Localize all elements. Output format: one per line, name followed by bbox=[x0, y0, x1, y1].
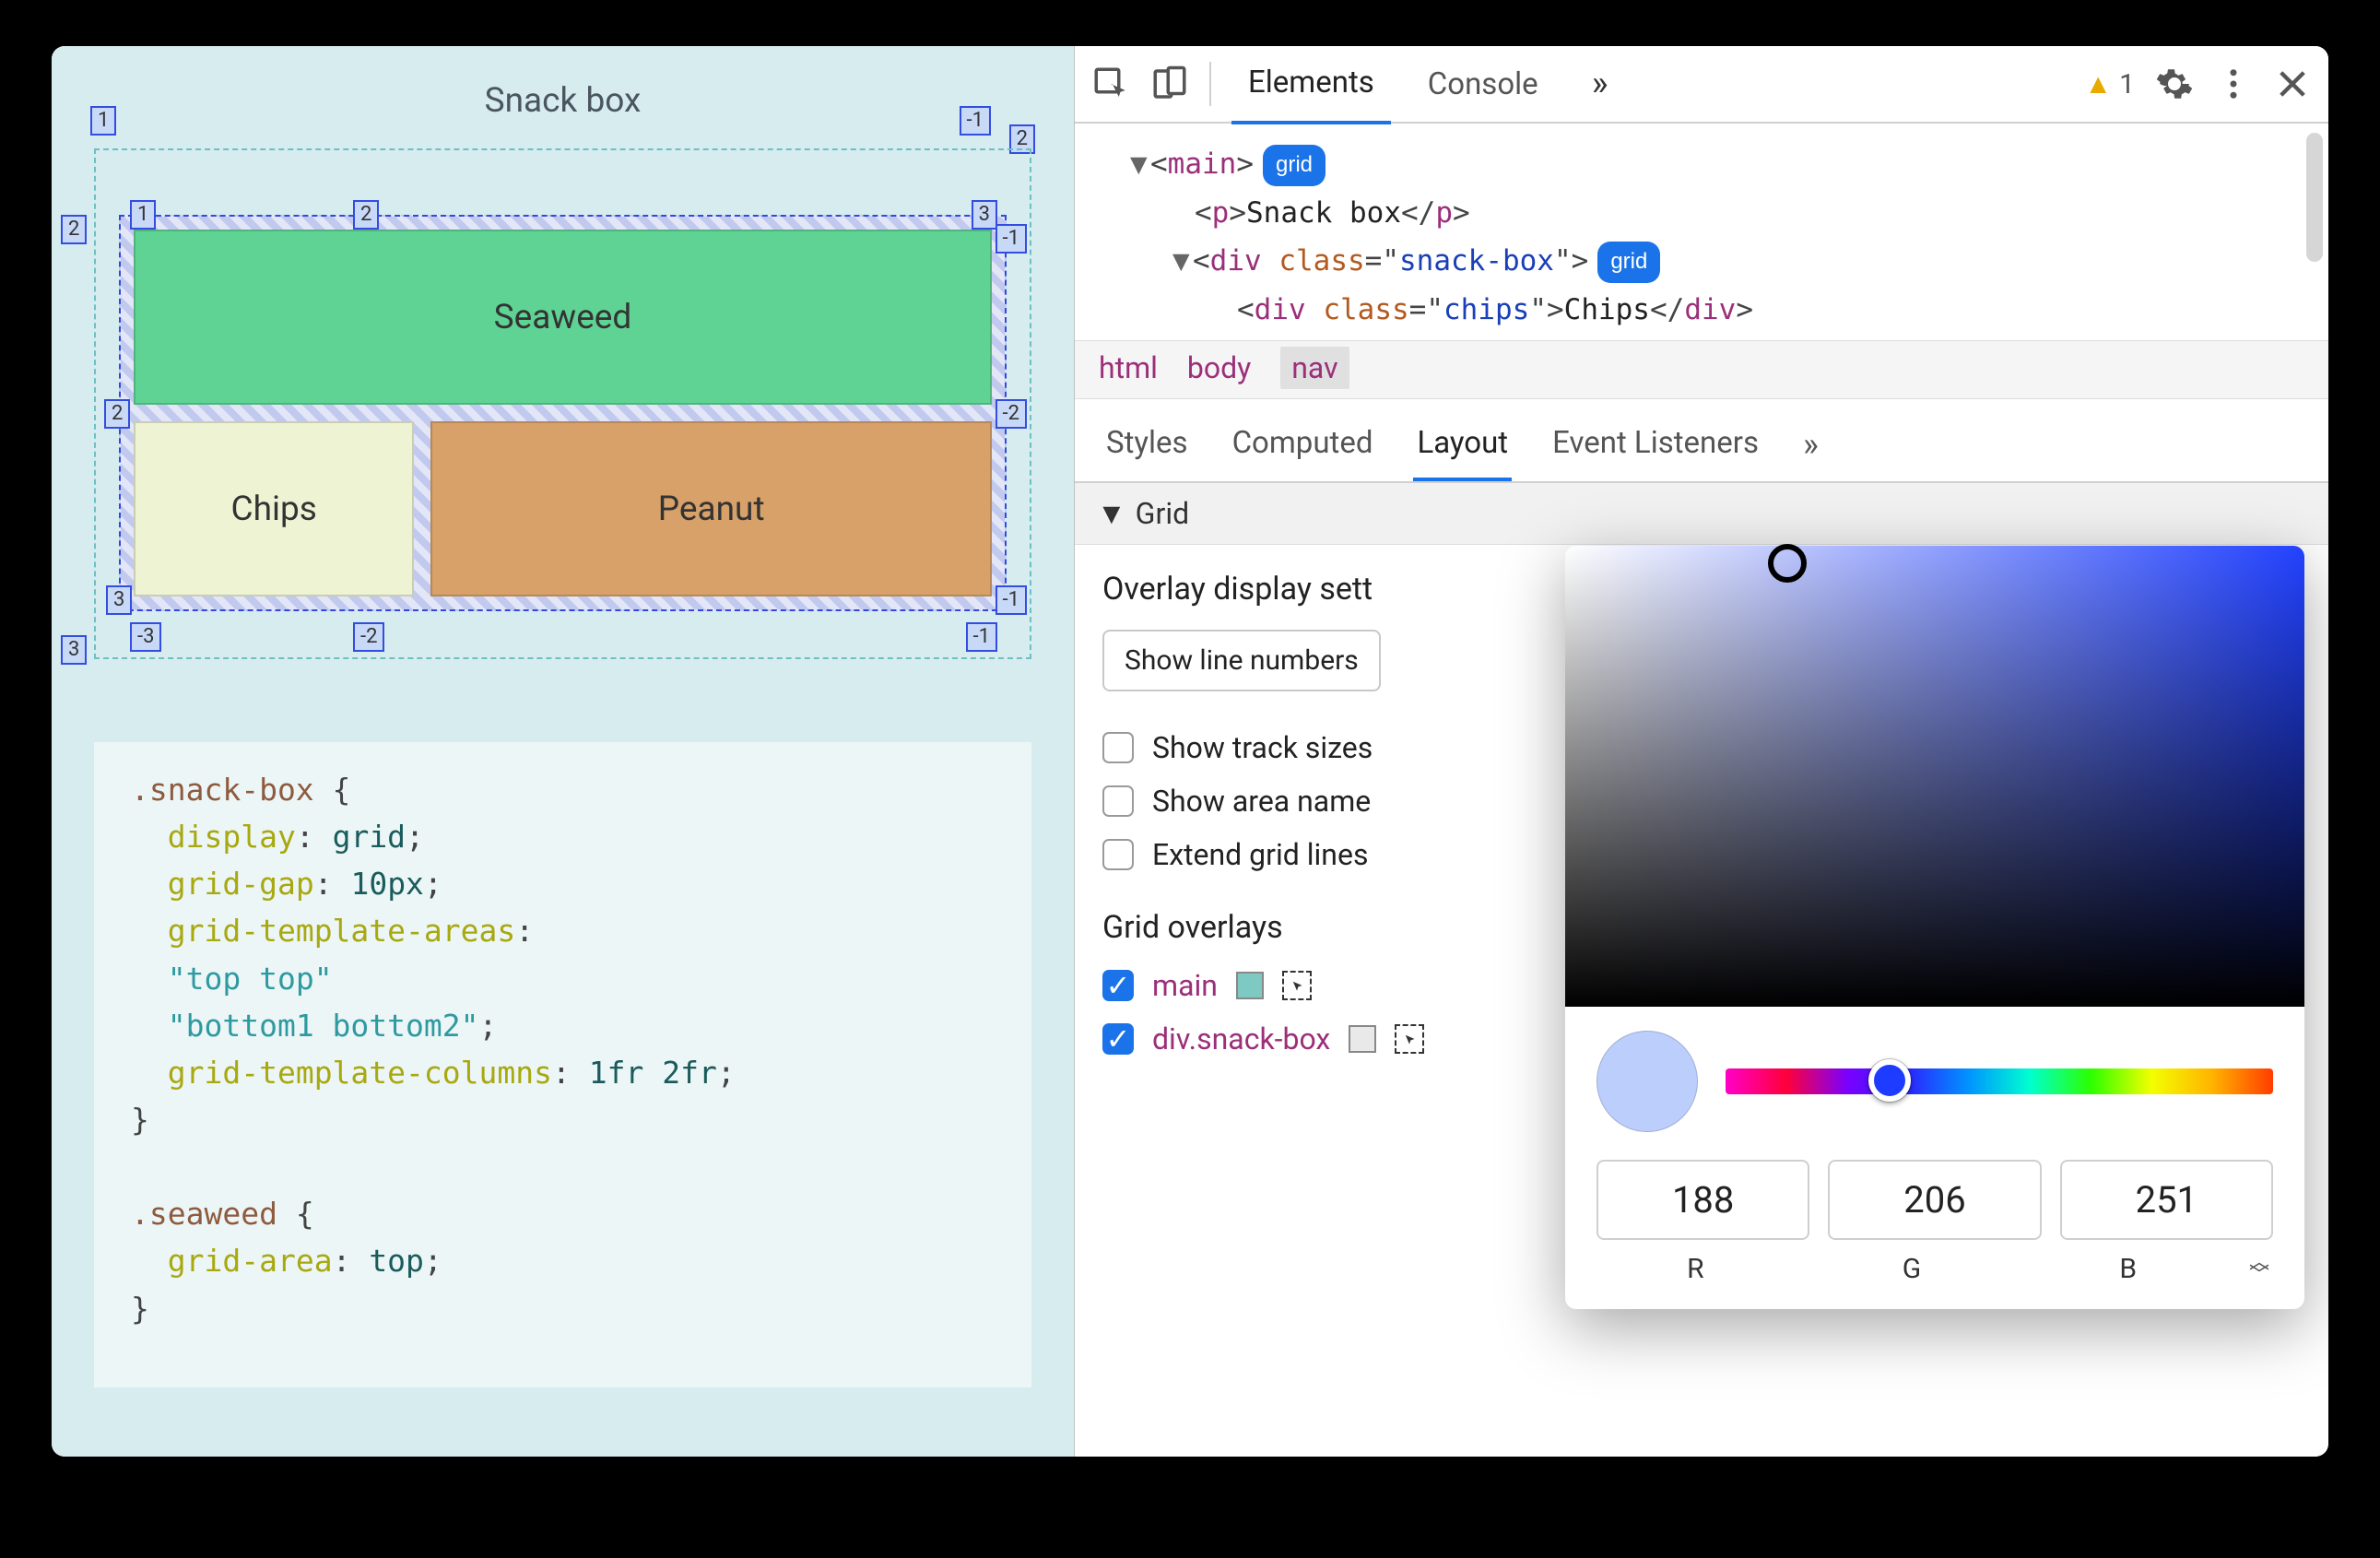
line-numbers-select[interactable]: Show line numbers bbox=[1102, 630, 1381, 691]
overlay-label[interactable]: main bbox=[1152, 968, 1218, 1003]
more-subtabs-icon[interactable]: » bbox=[1799, 416, 1822, 481]
input-g[interactable]: 206 bbox=[1828, 1160, 2041, 1240]
overlay-label[interactable]: div.snack-box bbox=[1152, 1021, 1330, 1056]
inspect-icon[interactable] bbox=[1091, 65, 1130, 103]
grid-badge[interactable]: grid bbox=[1597, 242, 1660, 283]
grid-line-label: 1 bbox=[130, 200, 156, 230]
checkbox-overlay-main[interactable]: ✓ bbox=[1102, 970, 1134, 1001]
page-title: Snack box bbox=[94, 81, 1031, 121]
gear-icon[interactable] bbox=[2155, 65, 2194, 103]
devtools-panel: Elements Console » ▲ 1 ▼<main>grid <p>Sn… bbox=[1075, 46, 2328, 1457]
more-tabs-icon[interactable]: » bbox=[1575, 46, 1625, 124]
grid-item-seaweed: Seaweed bbox=[134, 230, 992, 405]
tab-computed[interactable]: Computed bbox=[1229, 416, 1377, 481]
grid-line-label: -3 bbox=[130, 622, 161, 652]
overlay-color-swatch[interactable] bbox=[1349, 1025, 1376, 1053]
checkbox-overlay-snackbox[interactable]: ✓ bbox=[1102, 1023, 1134, 1055]
grid-section-header[interactable]: ▼ Grid bbox=[1075, 483, 2328, 545]
grid-item-peanut: Peanut bbox=[430, 421, 992, 596]
dom-tree[interactable]: ▼<main>grid <p>Snack box</p> ▼<div class… bbox=[1075, 124, 2328, 340]
scrollbar[interactable] bbox=[2306, 133, 2323, 262]
color-picker: 188 206 251 R G B ︿﹀ bbox=[1565, 546, 2304, 1309]
snack-box-overlay: 1 2 3 2 -2 -1 3 -3 -2 -1 -1 Seaweed Chip… bbox=[119, 215, 1007, 611]
warnings-badge[interactable]: ▲ 1 bbox=[2084, 68, 2135, 100]
grid-line-label: -1 bbox=[960, 106, 991, 136]
grid-line-label: -2 bbox=[996, 399, 1027, 429]
grid-line-label: 2 bbox=[353, 200, 379, 230]
grid-line-label: 3 bbox=[61, 635, 87, 665]
grid-line-label: 3 bbox=[972, 200, 997, 230]
color-spectrum[interactable] bbox=[1565, 546, 2304, 1007]
tab-layout[interactable]: Layout bbox=[1413, 416, 1512, 481]
hue-slider[interactable] bbox=[1726, 1068, 2273, 1094]
kebab-icon[interactable] bbox=[2214, 65, 2253, 103]
code-snippet: .snack-box { display: grid; grid-gap: 10… bbox=[94, 742, 1031, 1387]
input-b[interactable]: 251 bbox=[2060, 1160, 2273, 1240]
checkbox-extend-lines[interactable] bbox=[1102, 839, 1134, 870]
grid-line-label: 2 bbox=[104, 399, 130, 429]
outer-grid-overlay: 2 1 2 3 2 -2 -1 3 -3 -2 -1 -1 Seaweed bbox=[94, 148, 1031, 659]
grid-badge[interactable]: grid bbox=[1263, 145, 1325, 186]
checkbox-track-sizes[interactable] bbox=[1102, 732, 1134, 763]
breadcrumb[interactable]: html body nav bbox=[1075, 340, 2328, 399]
overlay-color-swatch[interactable] bbox=[1236, 972, 1264, 999]
tab-styles[interactable]: Styles bbox=[1102, 416, 1192, 481]
device-toggle-icon[interactable] bbox=[1150, 65, 1189, 103]
grid-line-label: -1 bbox=[966, 622, 997, 652]
input-r[interactable]: 188 bbox=[1596, 1160, 1809, 1240]
grid-line-label: -1 bbox=[996, 585, 1027, 615]
grid-line-label: -1 bbox=[996, 224, 1027, 254]
grid-item-chips: Chips bbox=[134, 421, 414, 596]
tab-console[interactable]: Console bbox=[1411, 46, 1555, 123]
color-preview[interactable] bbox=[1596, 1031, 1698, 1132]
label-b: B bbox=[2029, 1253, 2227, 1285]
grid-line-label: 3 bbox=[106, 585, 132, 615]
overlay-highlight-icon[interactable] bbox=[1282, 971, 1312, 1000]
warning-icon: ▲ bbox=[2084, 68, 2112, 100]
grid-line-label: 2 bbox=[61, 215, 87, 244]
color-mode-toggle[interactable]: ︿﹀ bbox=[2245, 1257, 2273, 1282]
label-g: G bbox=[1813, 1253, 2011, 1285]
overlay-highlight-icon[interactable] bbox=[1395, 1024, 1424, 1054]
grid-line-label: 1 bbox=[90, 106, 116, 136]
hue-handle[interactable] bbox=[1868, 1059, 1911, 1102]
checkbox-area-names[interactable] bbox=[1102, 785, 1134, 817]
spectrum-handle[interactable] bbox=[1768, 544, 1807, 583]
devtools-toolbar: Elements Console » ▲ 1 bbox=[1075, 46, 2328, 124]
warning-count: 1 bbox=[2119, 68, 2135, 100]
caret-down-icon: ▼ bbox=[1097, 496, 1126, 531]
grid-line-label: -2 bbox=[353, 622, 384, 652]
tab-event-listeners[interactable]: Event Listeners bbox=[1549, 416, 1762, 481]
devtools-window: Snack box 1 -1 2 2 1 2 3 2 -2 -1 3 -3 -2 bbox=[52, 46, 2328, 1457]
styles-subtabs: Styles Computed Layout Event Listeners » bbox=[1075, 399, 2328, 483]
tab-elements[interactable]: Elements bbox=[1231, 46, 1391, 124]
label-r: R bbox=[1596, 1253, 1795, 1285]
page-viewport: Snack box 1 -1 2 2 1 2 3 2 -2 -1 3 -3 -2 bbox=[52, 46, 1075, 1457]
close-icon[interactable] bbox=[2273, 65, 2312, 103]
